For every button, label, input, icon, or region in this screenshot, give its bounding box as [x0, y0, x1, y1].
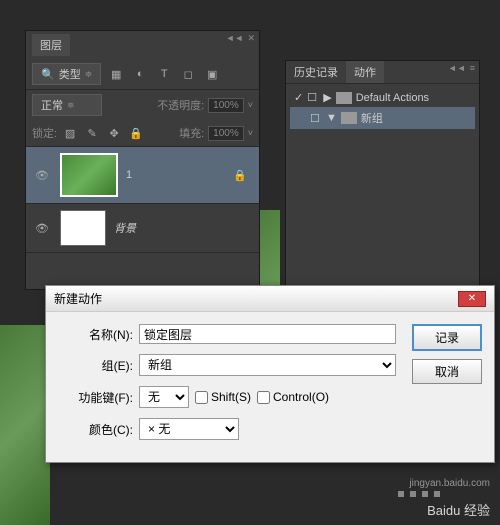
action-name: 新组 — [361, 110, 383, 126]
shift-checkbox[interactable]: Shift(S) — [195, 390, 251, 404]
toggle-icon[interactable]: ☐ — [310, 112, 322, 125]
cancel-button[interactable]: 取消 — [412, 359, 482, 384]
chevron-down-icon[interactable]: ˅ — [248, 100, 253, 110]
filter-smart-icon[interactable]: ▣ — [203, 65, 221, 83]
group-select[interactable]: 新组 — [139, 354, 396, 376]
search-icon: 🔍 — [41, 68, 55, 81]
expand-icon[interactable]: ▼ — [326, 112, 337, 124]
lock-icon[interactable]: 🔒 — [233, 169, 253, 182]
panel-close-icon[interactable]: ✕ — [247, 33, 255, 44]
group-label: 组(E): — [58, 357, 133, 374]
filter-adjust-icon[interactable]: ◐ — [131, 65, 149, 83]
panel-collapse-icon[interactable]: ◄◄ — [448, 63, 466, 73]
layer-item[interactable]: 👁 背景 — [26, 204, 259, 253]
fill-label: 填充: — [179, 125, 204, 141]
watermark: Baidu 经验 — [427, 500, 490, 519]
filter-image-icon[interactable]: ▦ — [107, 65, 125, 83]
filter-type-dropdown[interactable]: 🔍 类型 ≑ — [32, 63, 101, 85]
folder-icon — [336, 92, 352, 104]
layer-name[interactable]: 背景 — [114, 220, 253, 236]
action-item[interactable]: ✓ ☐ ▶ Default Actions — [290, 88, 475, 107]
layer-name[interactable]: 1 — [126, 169, 233, 181]
dialog-titlebar[interactable]: 新建动作 ✕ — [46, 286, 494, 312]
control-checkbox[interactable]: Control(O) — [257, 390, 329, 404]
close-button[interactable]: ✕ — [458, 291, 486, 307]
expand-icon[interactable]: ▶ — [323, 91, 331, 104]
actions-tab[interactable]: 动作 — [346, 61, 384, 83]
fnkey-label: 功能键(F): — [58, 389, 133, 406]
panel-menu-icon[interactable]: ≡ — [470, 63, 475, 73]
lock-label: 锁定: — [32, 125, 57, 141]
layer-thumbnail[interactable] — [60, 210, 106, 246]
chevron-down-icon: ≑ — [85, 69, 93, 80]
background-image — [0, 325, 50, 525]
fnkey-select[interactable]: 无 — [139, 386, 189, 408]
history-tab[interactable]: 历史记录 — [286, 61, 346, 83]
opacity-value[interactable]: 100% — [208, 98, 244, 113]
layers-tab[interactable]: 图层 — [32, 34, 70, 56]
name-label: 名称(N): — [58, 326, 133, 343]
action-item[interactable]: ☐ ▼ 新组 — [290, 107, 475, 129]
filter-shape-icon[interactable]: ◻ — [179, 65, 197, 83]
color-label: 颜色(C): — [58, 421, 133, 438]
panel-collapse-icon[interactable]: ◄◄ — [226, 33, 244, 44]
action-name: Default Actions — [356, 92, 429, 104]
lock-move-icon[interactable]: ✥ — [105, 124, 123, 142]
watermark-url: jingyan.baidu.com — [409, 478, 490, 489]
blend-mode-dropdown[interactable]: 正常 ≑ — [32, 94, 102, 116]
chevron-down-icon: ≑ — [67, 100, 75, 111]
color-select[interactable]: × 无 — [139, 418, 239, 440]
fill-value[interactable]: 100% — [208, 126, 244, 141]
record-button[interactable]: 记录 — [412, 324, 482, 351]
lock-all-icon[interactable]: 🔒 — [127, 124, 145, 142]
lock-paint-icon[interactable]: ✎ — [83, 124, 101, 142]
visibility-icon[interactable]: 👁 — [32, 169, 52, 182]
folder-icon — [341, 112, 357, 124]
new-action-dialog: 新建动作 ✕ 名称(N): 组(E): 新组 功能键(F): 无 Shift(S… — [45, 285, 495, 463]
lock-transparent-icon[interactable]: ▨ — [61, 124, 79, 142]
visibility-icon[interactable]: 👁 — [32, 222, 52, 235]
layers-panel: ◄◄ ✕ 图层 🔍 类型 ≑ ▦ ◐ T ◻ ▣ 正常 ≑ 不透明度: 100%… — [25, 30, 260, 290]
check-icon[interactable]: ✓ — [294, 91, 303, 104]
layer-item[interactable]: 👁 1 🔒 — [26, 147, 259, 204]
dialog-title-text: 新建动作 — [54, 290, 102, 307]
filter-text-icon[interactable]: T — [155, 65, 173, 83]
chevron-down-icon[interactable]: ˅ — [248, 128, 253, 138]
pager-dots — [398, 491, 440, 497]
toggle-icon[interactable]: ☐ — [307, 91, 319, 104]
opacity-label: 不透明度: — [157, 97, 204, 113]
layer-thumbnail[interactable] — [60, 153, 118, 197]
name-input[interactable] — [139, 324, 396, 344]
